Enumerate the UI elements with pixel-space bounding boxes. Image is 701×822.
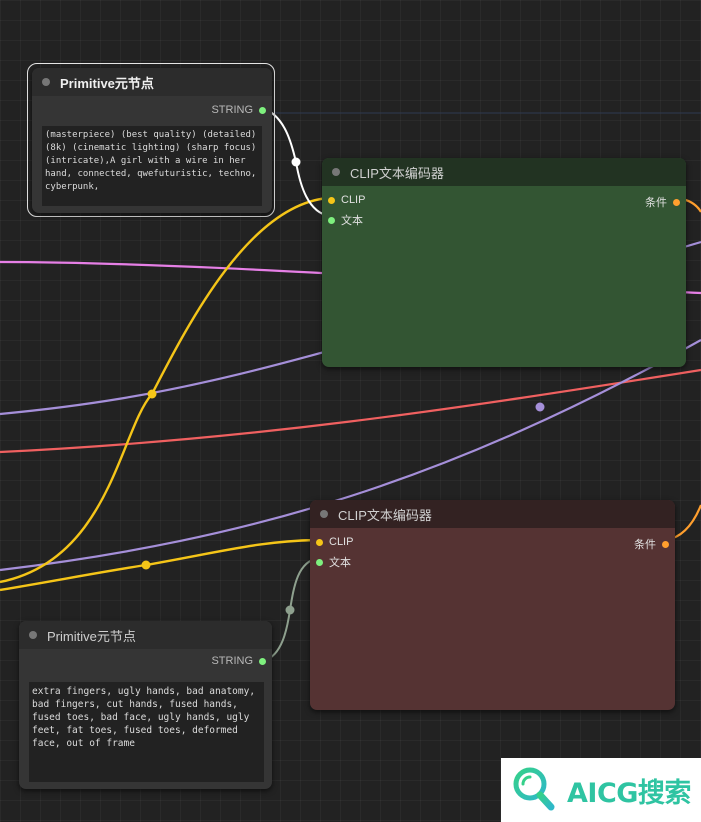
clip-text-encode-node-positive[interactable]: CLIP文本编码器 CLIP 文本 条件 bbox=[322, 158, 686, 367]
wire-midpoint[interactable] bbox=[285, 605, 295, 615]
output-dot-icon[interactable] bbox=[662, 540, 669, 548]
slot-label: STRING bbox=[211, 655, 253, 667]
output-slot-conditioning[interactable]: 条件 bbox=[645, 194, 680, 210]
node-header[interactable]: CLIP文本编码器 bbox=[322, 158, 686, 186]
slot-label: CLIP bbox=[329, 536, 354, 548]
node-header[interactable]: Primitive元节点 bbox=[32, 68, 272, 96]
wire-midpoint[interactable] bbox=[291, 157, 301, 167]
output-slot-string[interactable]: STRING bbox=[211, 104, 266, 116]
wire-midpoint[interactable] bbox=[535, 402, 545, 412]
node-title: CLIP文本编码器 bbox=[338, 507, 432, 523]
collapse-dot-icon[interactable] bbox=[320, 510, 328, 518]
slot-label: STRING bbox=[211, 104, 253, 116]
watermark-logo: AICG搜索 bbox=[501, 758, 701, 822]
node-title: Primitive元节点 bbox=[60, 75, 154, 91]
input-slot-text[interactable]: 文本 bbox=[316, 554, 351, 570]
input-dot-icon[interactable] bbox=[328, 196, 335, 204]
input-slot-clip[interactable]: CLIP bbox=[316, 536, 353, 548]
clip-wire-negative[interactable] bbox=[0, 538, 317, 592]
collapse-dot-icon[interactable] bbox=[29, 631, 37, 639]
slot-label: 文本 bbox=[329, 557, 351, 569]
primitive-node-negative[interactable]: Primitive元节点 STRING extra fingers, ugly … bbox=[19, 621, 272, 789]
prompt-textarea[interactable]: (masterpiece) (best quality) (detailed) … bbox=[42, 126, 262, 206]
node-title: Primitive元节点 bbox=[47, 628, 136, 644]
node-header[interactable]: Primitive元节点 bbox=[19, 621, 272, 649]
input-slot-clip[interactable]: CLIP bbox=[328, 194, 365, 206]
prompt-textarea[interactable]: extra fingers, ugly hands, bad anatomy, … bbox=[29, 682, 264, 782]
input-dot-icon[interactable] bbox=[316, 558, 323, 566]
slot-label: 文本 bbox=[341, 215, 363, 227]
slot-label: CLIP bbox=[341, 194, 366, 206]
wire-midpoint[interactable] bbox=[147, 389, 157, 399]
search-magnifier-icon bbox=[513, 767, 555, 811]
clip-text-encode-node-negative[interactable]: CLIP文本编码器 CLIP 文本 条件 bbox=[310, 500, 675, 710]
collapse-dot-icon[interactable] bbox=[332, 168, 340, 176]
output-slot-string[interactable]: STRING bbox=[211, 655, 266, 667]
wire-midpoint[interactable] bbox=[141, 560, 151, 570]
output-slot-conditioning[interactable]: 条件 bbox=[634, 536, 669, 552]
output-dot-icon[interactable] bbox=[259, 106, 266, 114]
watermark-text: AICG搜索 bbox=[567, 777, 691, 809]
input-dot-icon[interactable] bbox=[316, 538, 323, 546]
node-header[interactable]: CLIP文本编码器 bbox=[310, 500, 675, 528]
node-title: CLIP文本编码器 bbox=[350, 165, 444, 181]
red-wire[interactable] bbox=[0, 368, 701, 454]
input-slot-text[interactable]: 文本 bbox=[328, 212, 363, 228]
slot-label: 条件 bbox=[645, 197, 667, 209]
output-dot-icon[interactable] bbox=[259, 657, 266, 665]
primitive-node-positive[interactable]: Primitive元节点 STRING (masterpiece) (best … bbox=[32, 68, 272, 213]
input-dot-icon[interactable] bbox=[328, 216, 335, 224]
slot-label: 条件 bbox=[634, 539, 656, 551]
output-dot-icon[interactable] bbox=[673, 198, 680, 206]
collapse-dot-icon[interactable] bbox=[42, 78, 50, 86]
